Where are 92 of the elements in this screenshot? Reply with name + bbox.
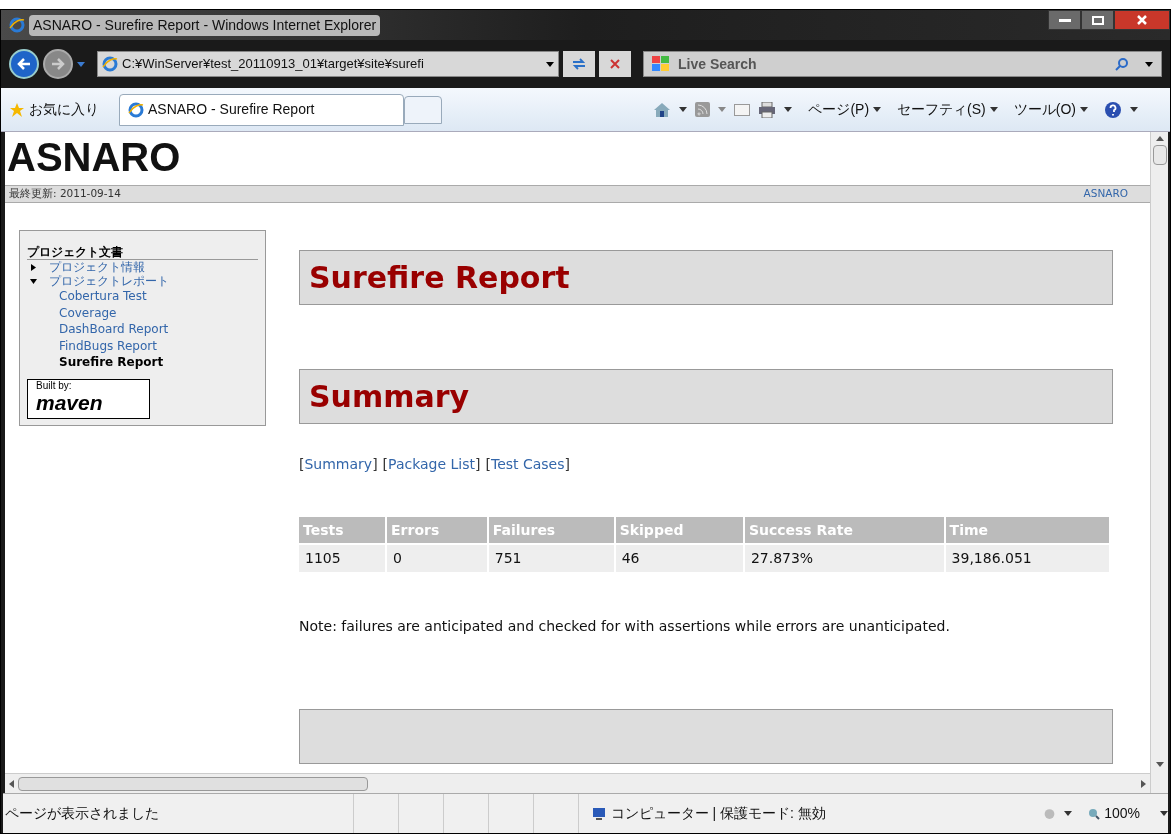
table-cell: 39,186.051	[945, 545, 1109, 572]
bracket-text: [	[382, 455, 389, 474]
column-header: Tests	[299, 517, 386, 543]
help-icon[interactable]	[1104, 100, 1122, 119]
window-title: ASNARO - Surefire Report - Windows Internet Explorer	[29, 14, 381, 36]
caret-icon[interactable]	[784, 107, 793, 112]
refresh-arrows-icon	[572, 58, 586, 70]
column-header: Time	[945, 517, 1109, 543]
minimize-button[interactable]	[1048, 10, 1081, 30]
site-link[interactable]: ASNARO	[1083, 186, 1128, 202]
home-icon[interactable]	[653, 101, 672, 118]
caret-icon[interactable]	[679, 107, 688, 112]
stop-button[interactable]	[599, 51, 631, 77]
caret-icon[interactable]	[1160, 811, 1168, 816]
forward-button[interactable]	[43, 49, 73, 79]
anchor-link[interactable]: Test Cases	[490, 454, 565, 475]
caret-icon[interactable]	[1064, 811, 1073, 816]
windows-flag-icon	[652, 56, 670, 72]
page-title: Surefire Report	[309, 259, 570, 297]
command-menu-button[interactable]: ページ(P)	[808, 99, 882, 120]
computer-icon	[590, 806, 607, 821]
favorites-button[interactable]: お気に入り	[9, 99, 111, 120]
built-by-maven-badge[interactable]: Built by: maven	[27, 378, 150, 419]
search-icon[interactable]	[1115, 57, 1129, 71]
left-arrow-icon	[17, 58, 31, 70]
anchor-link[interactable]: Summary	[304, 454, 373, 475]
nav-link[interactable]: FindBugs Report	[59, 337, 180, 354]
scroll-up-icon[interactable]	[1155, 136, 1164, 141]
last-updated-text: 最終更新: 2011-09-14	[9, 186, 121, 202]
nav-link[interactable]: DashBoard Report	[59, 321, 180, 338]
back-button[interactable]	[9, 49, 39, 79]
column-header: Errors	[387, 517, 487, 543]
horizontal-scrollbar[interactable]	[5, 773, 1150, 793]
badge-caption: Built by:	[36, 379, 73, 392]
caret-icon[interactable]	[546, 61, 554, 67]
scrollbar-thumb[interactable]	[1152, 145, 1167, 165]
scroll-left-icon[interactable]	[9, 779, 14, 788]
bracket-text: [	[299, 455, 305, 474]
search-input[interactable]: Live Search	[678, 53, 978, 75]
bracket-text: [	[485, 455, 491, 474]
note-text: Note: failures are anticipated and checked for with assertions while errors are unanticipated.	[299, 617, 951, 636]
column-header: Skipped	[615, 517, 743, 543]
status-message: ページが表示されました	[4, 804, 160, 823]
zone-status-text: コンピューター | 保護モード: 無効	[610, 804, 826, 823]
badge-logo-text: maven	[36, 391, 104, 414]
printer-icon[interactable]	[758, 101, 777, 118]
section-title: Summary	[309, 378, 470, 416]
maximize-button[interactable]	[1081, 10, 1114, 30]
command-menu-button[interactable]: ツール(O)	[1013, 99, 1088, 120]
magnifier-icon	[1088, 807, 1101, 820]
table-cell: 751	[488, 545, 614, 572]
anchor-link[interactable]: Package List	[388, 454, 475, 475]
caret-icon[interactable]	[1130, 107, 1138, 112]
caret-icon[interactable]	[1145, 61, 1153, 67]
site-logo: ASNARO	[6, 134, 181, 181]
bracket-text: ]	[475, 455, 481, 474]
sidebar-heading: プロジェクト文書	[27, 245, 258, 260]
close-icon	[1137, 15, 1147, 25]
table-cell: 1105	[299, 545, 386, 572]
bracket-text: ]	[564, 455, 570, 474]
command-menu-button[interactable]: セーフティ(S)	[897, 99, 998, 120]
scroll-down-icon[interactable]	[1155, 762, 1164, 767]
table-cell: 46	[615, 545, 743, 572]
browser-logo-icon	[128, 101, 144, 118]
bracket-text: ]	[372, 455, 378, 474]
close-button[interactable]	[1114, 10, 1170, 30]
browser-tab[interactable]: ASNARO - Surefire Report	[119, 93, 404, 126]
address-field[interactable]: C:¥WinServer¥test_20110913_01¥target¥site¥surefi	[97, 51, 559, 77]
nav-link[interactable]: Cobertura Test Coverage	[59, 288, 180, 321]
browser-logo-icon	[9, 17, 25, 33]
vertical-scrollbar[interactable]	[1150, 132, 1168, 793]
nav-link[interactable]: Surefire Report	[59, 354, 180, 371]
scrollbar-thumb[interactable]	[18, 776, 368, 791]
table-cell: 0	[387, 545, 487, 572]
caret-icon[interactable]	[1080, 107, 1088, 112]
zoom-button[interactable]: 100%	[1088, 803, 1140, 824]
caret-icon[interactable]	[873, 107, 882, 112]
nav-link[interactable]: プロジェクトレポート	[49, 274, 169, 288]
table-cell: 27.873%	[744, 545, 944, 572]
stop-icon	[610, 59, 620, 69]
nav-link[interactable]: プロジェクト情報	[49, 260, 145, 274]
caret-icon[interactable]	[989, 107, 998, 112]
column-header: Failures	[488, 517, 614, 543]
scroll-right-icon[interactable]	[1141, 779, 1146, 788]
browser-logo-icon	[102, 56, 118, 72]
search-field[interactable]: Live Search	[643, 51, 1162, 77]
star-icon	[9, 101, 25, 118]
mail-icon[interactable]	[734, 103, 751, 116]
refresh-button[interactable]	[563, 51, 595, 77]
right-arrow-icon	[51, 58, 65, 70]
address-text: C:¥WinServer¥test_20110913_01¥target¥site¥surefi	[122, 55, 424, 74]
column-header: Success Rate	[744, 517, 944, 543]
